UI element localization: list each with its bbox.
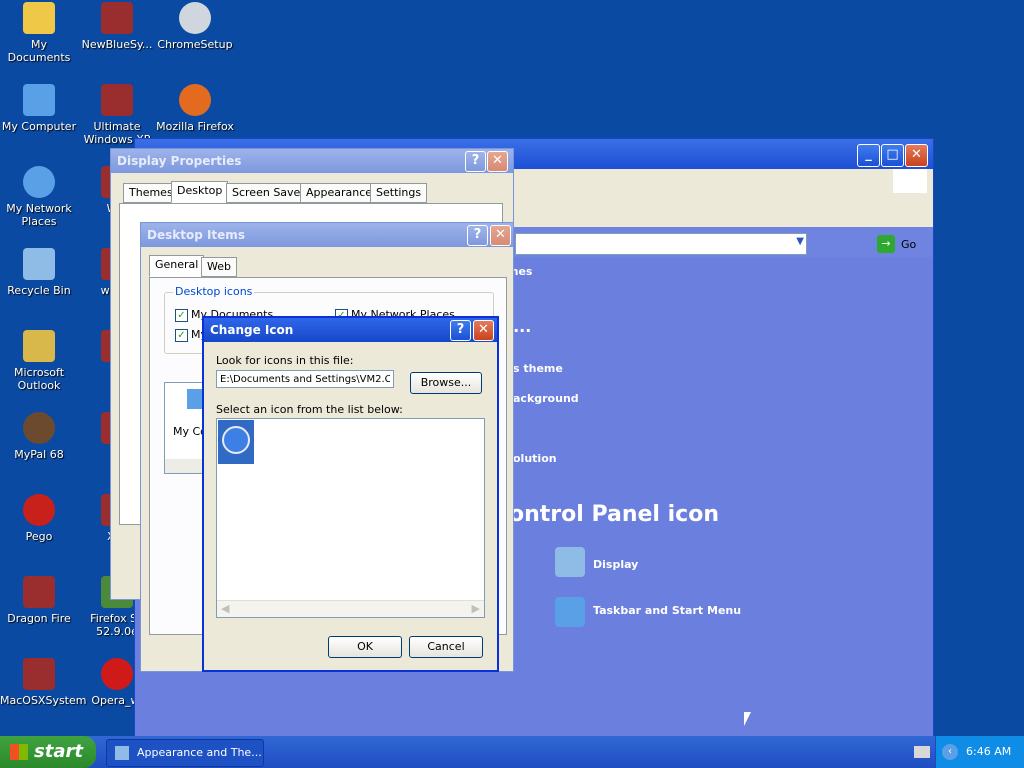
help-button[interactable]: ?	[467, 225, 488, 246]
dragon-fire-shortcut[interactable]: Dragon Fire	[0, 576, 78, 625]
winrar-archive-icon	[23, 658, 55, 690]
horizontal-scrollbar[interactable]: ◀ ▶	[217, 600, 484, 617]
task-label: Appearance and The...	[137, 746, 262, 759]
windows-logo-icon	[893, 169, 927, 193]
help-button[interactable]: ?	[450, 320, 471, 341]
checkbox-my-documents[interactable]: ✓	[175, 309, 188, 322]
windows-flag-icon	[10, 744, 28, 760]
control-panel-icon	[115, 746, 129, 760]
ok-button[interactable]: OK	[328, 636, 402, 658]
close-button[interactable]: ✕	[905, 144, 928, 167]
go-label[interactable]: Go	[901, 238, 916, 251]
icon-label: MyPal 68	[14, 448, 64, 461]
icon-label: Microsoft Outlook	[13, 366, 65, 392]
outlook-icon	[23, 330, 55, 362]
newbluesy-shortcut[interactable]: NewBlueSy...	[78, 2, 156, 51]
tab-strip: Themes Desktop Screen Saver Appearance S…	[123, 181, 503, 203]
go-arrow-icon[interactable]: →	[877, 235, 895, 253]
mypal-shortcut[interactable]: MyPal 68	[0, 412, 78, 461]
minimize-button[interactable]: _	[857, 144, 880, 167]
group-label: Desktop icons	[173, 285, 255, 298]
outlook-shortcut[interactable]: Microsoft Outlook	[0, 330, 78, 392]
start-label: start	[34, 741, 83, 762]
icon-label: MacOSXSystem	[0, 694, 87, 707]
icon-label: My Network Places	[6, 202, 72, 228]
browse-button[interactable]: Browse...	[410, 372, 482, 394]
task-link-background[interactable]: ackground	[513, 392, 579, 405]
section-heading: ontrol Panel icon	[509, 502, 719, 527]
start-button[interactable]: start	[0, 736, 96, 768]
scroll-right-icon[interactable]: ▶	[472, 602, 480, 615]
task-link-theme[interactable]: s theme	[513, 362, 563, 375]
icon-list[interactable]: ◀ ▶	[216, 418, 485, 618]
close-button[interactable]: ✕	[473, 320, 494, 341]
tab-screen-saver[interactable]: Screen Saver	[226, 183, 311, 203]
icon-label: Recycle Bin	[7, 284, 71, 297]
network-places-shortcut[interactable]: My Network Places	[0, 166, 78, 228]
clock[interactable]: 6:46 AM	[966, 736, 1011, 768]
firefox-icon	[179, 84, 211, 116]
address-bar[interactable]: ▼	[515, 233, 807, 255]
selected-icon-item[interactable]	[218, 420, 254, 464]
tab-strip: General Web	[149, 255, 505, 277]
pego-icon	[23, 494, 55, 526]
taskbar-item-appearance[interactable]: Appearance and The...	[106, 739, 264, 767]
ultimate-windows-xp-shortcut[interactable]: Ultimate Windows XP	[78, 84, 156, 146]
dialog-title[interactable]: Display Properties	[111, 149, 513, 173]
mouse-cursor-icon	[744, 712, 751, 726]
task-link-resolution[interactable]: olution	[513, 452, 557, 465]
macosx-system-shortcut[interactable]: MacOSXSystem	[0, 658, 87, 707]
display-link[interactable]: Display	[593, 558, 638, 571]
tab-settings[interactable]: Settings	[370, 183, 428, 203]
select-icon-label: Select an icon from the list below:	[216, 403, 403, 416]
mypal-icon	[23, 412, 55, 444]
tab-web[interactable]: Web	[201, 257, 237, 277]
taskbar: start Appearance and The... ‹ 6:46 AM	[0, 736, 1024, 768]
scroll-left-icon[interactable]: ◀	[221, 602, 229, 615]
winrar-archive-icon	[101, 84, 133, 116]
help-button[interactable]: ?	[465, 151, 486, 172]
winrar-archive-icon	[101, 2, 133, 34]
folder-icon	[23, 2, 55, 34]
network-places-icon	[23, 166, 55, 198]
winrar-archive-icon	[23, 576, 55, 608]
my-computer-shortcut[interactable]: My Computer	[0, 84, 78, 133]
chrome-setup-shortcut[interactable]: ChromeSetup	[156, 2, 234, 51]
taskbar-start-menu-link[interactable]: Taskbar and Start Menu	[593, 604, 741, 617]
internet-explorer-icon	[222, 426, 250, 454]
firefox-shortcut[interactable]: Mozilla Firefox	[156, 84, 234, 133]
display-icon	[555, 547, 585, 577]
icon-label: My Computer	[1, 120, 77, 133]
recycle-bin-icon	[23, 248, 55, 280]
icon-label: Mozilla Firefox	[156, 120, 234, 133]
file-path-input[interactable]	[216, 370, 394, 388]
pego-shortcut[interactable]: Pego	[0, 494, 78, 543]
close-button[interactable]: ✕	[487, 151, 508, 172]
look-for-label: Look for icons in this file:	[216, 354, 354, 367]
dialog-title[interactable]: Desktop Items	[141, 223, 513, 247]
keyboard-icon[interactable]	[914, 746, 930, 758]
recycle-bin-shortcut[interactable]: Recycle Bin	[0, 248, 78, 297]
checkbox-my-computer[interactable]: ✓	[175, 329, 188, 342]
icon-label: ChromeSetup	[157, 38, 233, 51]
icon-label: My Documents	[7, 38, 71, 64]
close-button[interactable]: ✕	[490, 225, 511, 246]
maximize-button[interactable]: □	[881, 144, 904, 167]
cancel-button[interactable]: Cancel	[409, 636, 483, 658]
show-hidden-icons-icon[interactable]: ‹	[942, 744, 958, 760]
tab-appearance[interactable]: Appearance	[300, 183, 379, 203]
taskbar-icon	[555, 597, 585, 627]
dropdown-arrow-icon[interactable]: ▼	[796, 236, 804, 247]
my-documents-shortcut[interactable]: My Documents	[0, 2, 78, 64]
icon-label: Dragon Fire	[7, 612, 71, 625]
icon-label: NewBlueSy...	[81, 38, 153, 51]
opera-icon	[101, 658, 133, 690]
icon-label: Pego	[25, 530, 53, 543]
change-icon-dialog: Change Icon ? ✕ Look for icons in this f…	[202, 316, 499, 672]
system-tray: ‹ 6:46 AM	[935, 736, 1024, 768]
chrome-setup-icon	[179, 2, 211, 34]
tab-general[interactable]: General	[149, 255, 205, 277]
computer-icon	[23, 84, 55, 116]
tab-desktop[interactable]: Desktop	[171, 181, 229, 203]
